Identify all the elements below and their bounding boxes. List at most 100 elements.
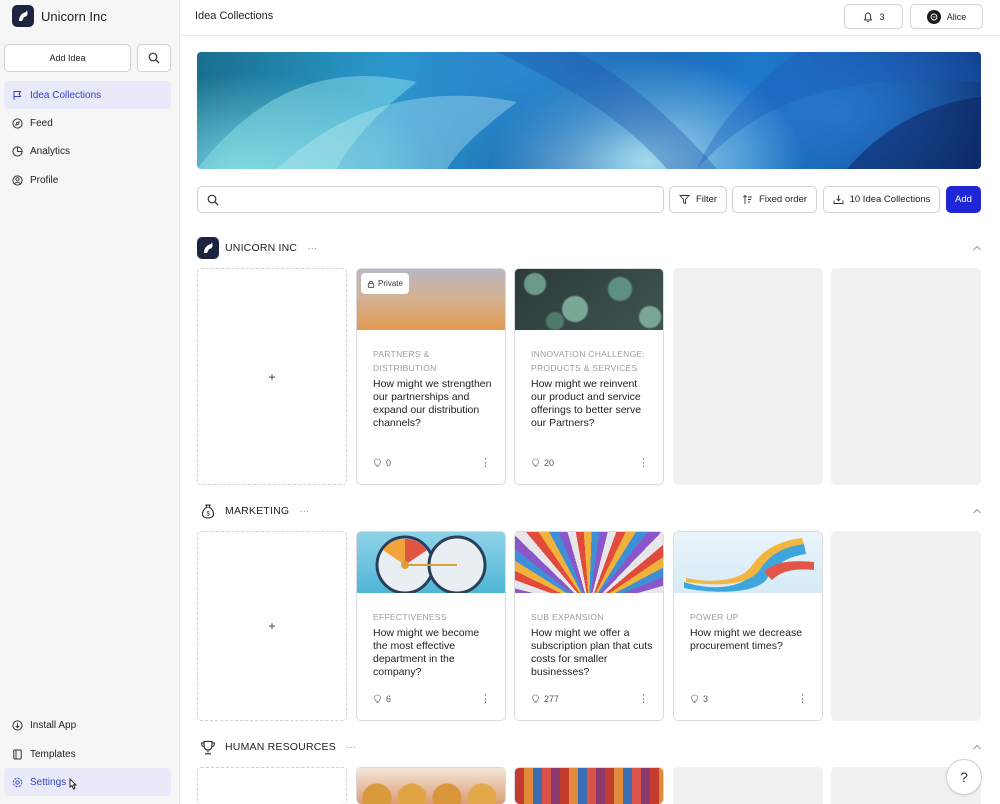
bell-icon — [864, 11, 873, 22]
download-circle-icon — [12, 719, 23, 731]
collection-card[interactable]: POWER UP How might we decrease procureme… — [673, 531, 823, 721]
card-menu-button[interactable]: ⋮ — [638, 457, 649, 469]
private-badge: Private — [361, 273, 409, 294]
brand[interactable]: Unicorn Inc — [12, 5, 107, 27]
add-collection-button[interactable]: Add — [946, 186, 981, 213]
collection-card[interactable] — [356, 767, 506, 804]
lightbulb-icon — [374, 694, 381, 703]
card-question: How might we offer a subscription plan t… — [531, 627, 653, 678]
trophy-icon — [197, 736, 219, 758]
add-collection-card[interactable]: + — [197, 268, 347, 485]
hero-banner — [197, 52, 981, 169]
search-icon — [207, 194, 219, 206]
top-bar: Idea Collections 3 Alice — [180, 0, 1000, 36]
collection-card[interactable]: EFFECTIVENESS How might we become the mo… — [356, 531, 506, 721]
gear-icon — [12, 777, 23, 787]
card-cover-image — [515, 532, 663, 593]
export-collections-button[interactable]: 10 Idea Collections — [823, 186, 940, 213]
private-badge-label: Private — [378, 279, 403, 288]
book-icon — [13, 749, 22, 759]
abstract-wave-graphic — [197, 52, 981, 169]
sort-order-button[interactable]: Fixed order — [732, 186, 817, 213]
sort-order-label: Fixed order — [758, 194, 808, 205]
card-menu-button[interactable]: ⋮ — [797, 693, 808, 705]
page-title: Idea Collections — [195, 10, 274, 22]
card-cover-image — [357, 532, 505, 595]
sort-icon — [742, 194, 752, 204]
svg-text:$: $ — [206, 512, 210, 518]
collections-count-label: 10 Idea Collections — [849, 194, 931, 205]
sidebar-item-label: Settings — [30, 776, 67, 788]
card-question: How might we strengthen our partnerships… — [373, 378, 492, 429]
section-more-button[interactable]: ··· — [346, 742, 356, 753]
lock-icon — [367, 280, 375, 288]
add-idea-button[interactable]: Add Idea — [4, 44, 131, 72]
money-bag-icon: $ — [197, 500, 219, 522]
card-category: POWER UP — [690, 612, 739, 622]
card-footer: 0 ⋮ — [373, 457, 491, 469]
help-button[interactable]: ? — [946, 759, 982, 795]
notifications-button[interactable]: 3 — [844, 4, 903, 29]
card-category: INNOVATION CHALLENGE: PRODUCTS & SERVICE… — [531, 349, 646, 373]
collection-card[interactable] — [514, 767, 664, 804]
section-more-button[interactable]: ··· — [299, 506, 309, 517]
sidebar-item-label: Analytics — [30, 145, 71, 157]
section-header-unicorn-inc: UNICORN INC ··· — [197, 237, 317, 259]
user-circle-icon — [12, 174, 23, 186]
sidebar-item-profile[interactable]: Profile — [4, 166, 171, 194]
section-header-human-resources: HUMAN RESOURCES ··· — [197, 736, 356, 758]
filter-icon — [678, 195, 690, 205]
sidebar-item-label: Idea Collections — [30, 89, 102, 101]
search-icon — [148, 52, 160, 64]
pie-chart-icon — [12, 145, 23, 157]
card-cover-image — [357, 768, 505, 804]
sidebar-item-settings[interactable]: Settings — [4, 768, 171, 796]
placeholder-card — [673, 767, 823, 804]
sidebar-item-idea-collections[interactable]: Idea Collections — [4, 81, 171, 109]
compass-icon — [12, 117, 23, 129]
card-menu-button[interactable]: ⋮ — [638, 693, 649, 705]
card-category: SUB EXPANSION — [531, 612, 604, 622]
card-question: How might we reinvent our product and se… — [531, 378, 642, 429]
filter-button[interactable]: Filter — [669, 186, 727, 213]
sidebar-item-templates[interactable]: Templates — [4, 740, 171, 768]
collection-card[interactable]: SUB EXPANSION How might we offer a subsc… — [514, 531, 664, 721]
placeholder-card — [831, 531, 981, 721]
chevron-up-icon[interactable] — [972, 743, 982, 751]
sidebar-item-label: Install App — [30, 719, 77, 731]
card-cover-image — [515, 269, 663, 330]
card-question: How might we decrease procurement times? — [690, 627, 803, 652]
collection-card[interactable]: INNOVATION CHALLENGE: PRODUCTS & SERVICE… — [514, 268, 664, 485]
user-menu-button[interactable]: Alice — [910, 4, 983, 29]
idea-count: 20 — [544, 458, 555, 468]
sidebar: Unicorn Inc Add Idea Idea Collections Fe… — [0, 0, 180, 804]
lightbulb-icon — [374, 458, 381, 467]
sidebar-item-analytics[interactable]: Analytics — [4, 137, 171, 165]
card-category: PARTNERS & DISTRIBUTION — [373, 349, 437, 373]
card-menu-button[interactable]: ⋮ — [480, 693, 491, 705]
section-more-button[interactable]: ··· — [307, 243, 317, 254]
collection-card[interactable]: Private PARTNERS & DISTRIBUTION How migh… — [356, 268, 506, 485]
notification-count: 3 — [879, 11, 885, 22]
idea-count: 0 — [386, 458, 392, 468]
unicorn-logo-icon — [12, 5, 34, 27]
sidebar-search-button[interactable] — [137, 44, 171, 72]
search-input[interactable] — [226, 191, 656, 209]
add-collection-card[interactable] — [197, 767, 347, 804]
avatar-logo-icon — [930, 13, 938, 20]
sidebar-item-feed[interactable]: Feed — [4, 109, 171, 137]
chevron-up-icon[interactable] — [972, 244, 982, 252]
gauge-illustration — [375, 535, 487, 595]
card-menu-button[interactable]: ⋮ — [480, 457, 491, 469]
download-tray-icon — [833, 195, 844, 204]
user-name: Alice — [946, 11, 967, 22]
sidebar-item-install-app[interactable]: Install App — [4, 711, 171, 739]
idea-count: 277 — [544, 694, 560, 704]
card-footer: 277 ⋮ — [531, 693, 649, 705]
idea-count: 3 — [703, 694, 709, 704]
lightbulb-icon — [532, 694, 539, 703]
chevron-up-icon[interactable] — [972, 507, 982, 515]
add-collection-card[interactable]: + — [197, 531, 347, 721]
brand-name: Unicorn Inc — [41, 8, 107, 24]
flag-icon — [13, 90, 22, 100]
